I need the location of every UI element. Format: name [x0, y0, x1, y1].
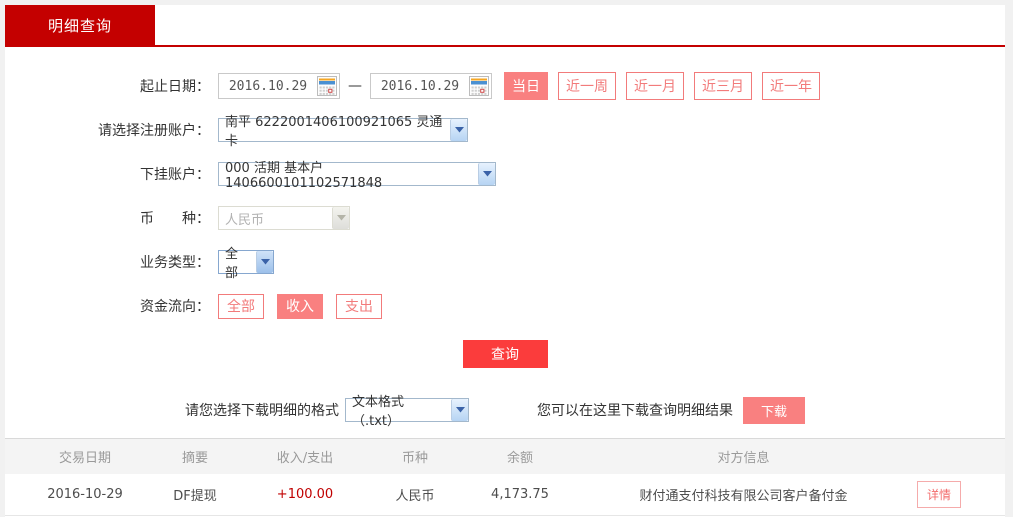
tab-underline [5, 45, 1005, 47]
chevron-down-icon[interactable] [450, 119, 467, 141]
register-account-value: 南平 6222001406100921065 灵通卡 [225, 115, 443, 149]
chevron-down-icon[interactable] [451, 399, 468, 421]
fund-flow-expense-button[interactable]: 支出 [336, 293, 382, 319]
cell-amount: +100.00 [276, 487, 334, 502]
register-account-label: 请选择注册账户： [98, 123, 210, 139]
download-format-select[interactable]: 文本格式（.txt） [345, 395, 469, 429]
quick-range-year-button[interactable]: 近一年 [762, 72, 820, 100]
chevron-down-icon[interactable] [256, 251, 273, 273]
currency-value: 人民币 [225, 212, 265, 228]
biz-type-label: 业务类型： [140, 255, 210, 271]
date-range-label: 起止日期： [140, 79, 210, 95]
download-hint-text: 您可以在这里下载查询明细结果 [537, 403, 733, 419]
detail-query-panel: 明细查询 起止日期： 2016.10.29 — 2016.10.29 当日 近一… [5, 5, 1005, 517]
currency-label: 币 种： [140, 211, 210, 227]
header-party: 对方信息 [717, 451, 770, 466]
results-table: 交易日期 摘要 收入/支出 币种 余额 对方信息 2016-10-29 DF提现… [5, 438, 1005, 516]
date-from-value: 2016.10.29 [228, 78, 308, 94]
download-button[interactable]: 下载 [743, 396, 805, 424]
quick-range-quarter-button[interactable]: 近三月 [694, 72, 752, 100]
header-currency: 币种 [401, 451, 428, 466]
header-summary: 摘要 [181, 451, 208, 466]
quick-range-today-button[interactable]: 当日 [504, 72, 548, 100]
download-format-label: 请您选择下载明细的格式 [185, 403, 339, 419]
date-from-input[interactable]: 2016.10.29 [218, 73, 340, 99]
chevron-down-icon[interactable] [478, 163, 495, 185]
cell-action: 详情 [917, 481, 1005, 508]
biz-type-value: 全部 [225, 247, 239, 281]
currency-select: 人民币 [218, 206, 350, 230]
date-separator: — [348, 78, 362, 94]
fund-flow-row: 资金流向： 全部 收入 支出 [5, 292, 1005, 320]
fund-flow-all-button[interactable]: 全部 [218, 293, 264, 319]
sub-account-label: 下挂账户： [140, 167, 210, 183]
fund-flow-income-button[interactable]: 收入 [277, 293, 323, 319]
cell-party: 财付通支付科技有限公司客户备付金 [639, 489, 848, 504]
cell-date: 2016-10-29 [47, 487, 123, 502]
tab-bar: 明细查询 [5, 5, 1005, 47]
header-balance: 余额 [506, 451, 533, 466]
download-format-value: 文本格式（.txt） [352, 395, 405, 429]
quick-range-week-button[interactable]: 近一周 [558, 72, 616, 100]
tab-detail-query[interactable]: 明细查询 [5, 5, 155, 45]
download-row: 请您选择下载明细的格式 文本格式（.txt） 您可以在这里下载查询明细结果 下载 [5, 395, 1005, 429]
register-account-select[interactable]: 南平 6222001406100921065 灵通卡 [218, 115, 468, 149]
sub-account-select[interactable]: 000 活期 基本户 1406600101102571848 [218, 161, 496, 191]
chevron-down-icon [332, 207, 349, 229]
sub-account-row: 下挂账户： 000 活期 基本户 1406600101102571848 [5, 160, 1005, 191]
detail-button[interactable]: 详情 [917, 481, 962, 508]
table-row: 2016-10-29 DF提现 +100.00 人民币 4,173.75 财付通… [5, 474, 1005, 516]
biz-type-select[interactable]: 全部 [218, 247, 274, 281]
cell-summary: DF提现 [173, 489, 217, 504]
table-header-row: 交易日期 摘要 收入/支出 币种 余额 对方信息 [5, 439, 1005, 474]
currency-row: 币 种： 人民币 [5, 204, 1005, 232]
query-form: 起止日期： 2016.10.29 — 2016.10.29 当日 近一周 近一月… [5, 47, 1005, 429]
calendar-icon[interactable] [469, 76, 489, 96]
query-button-row: 查询 [5, 340, 1005, 368]
cell-currency: 人民币 [395, 489, 435, 504]
date-to-value: 2016.10.29 [380, 78, 460, 94]
header-amount: 收入/支出 [276, 451, 334, 466]
biz-type-row: 业务类型： 全部 [5, 247, 1005, 281]
calendar-icon[interactable] [317, 76, 337, 96]
cell-balance: 4,173.75 [491, 487, 549, 502]
date-to-input[interactable]: 2016.10.29 [370, 73, 492, 99]
query-button[interactable]: 查询 [462, 340, 548, 368]
sub-account-value: 000 活期 基本户 1406600101102571848 [225, 161, 383, 191]
date-range-row: 起止日期： 2016.10.29 — 2016.10.29 当日 近一周 近一月… [5, 72, 1005, 100]
header-date: 交易日期 [58, 451, 111, 466]
quick-range-month-button[interactable]: 近一月 [626, 72, 684, 100]
register-account-row: 请选择注册账户： 南平 6222001406100921065 灵通卡 [5, 115, 1005, 149]
fund-flow-label: 资金流向： [140, 299, 210, 315]
